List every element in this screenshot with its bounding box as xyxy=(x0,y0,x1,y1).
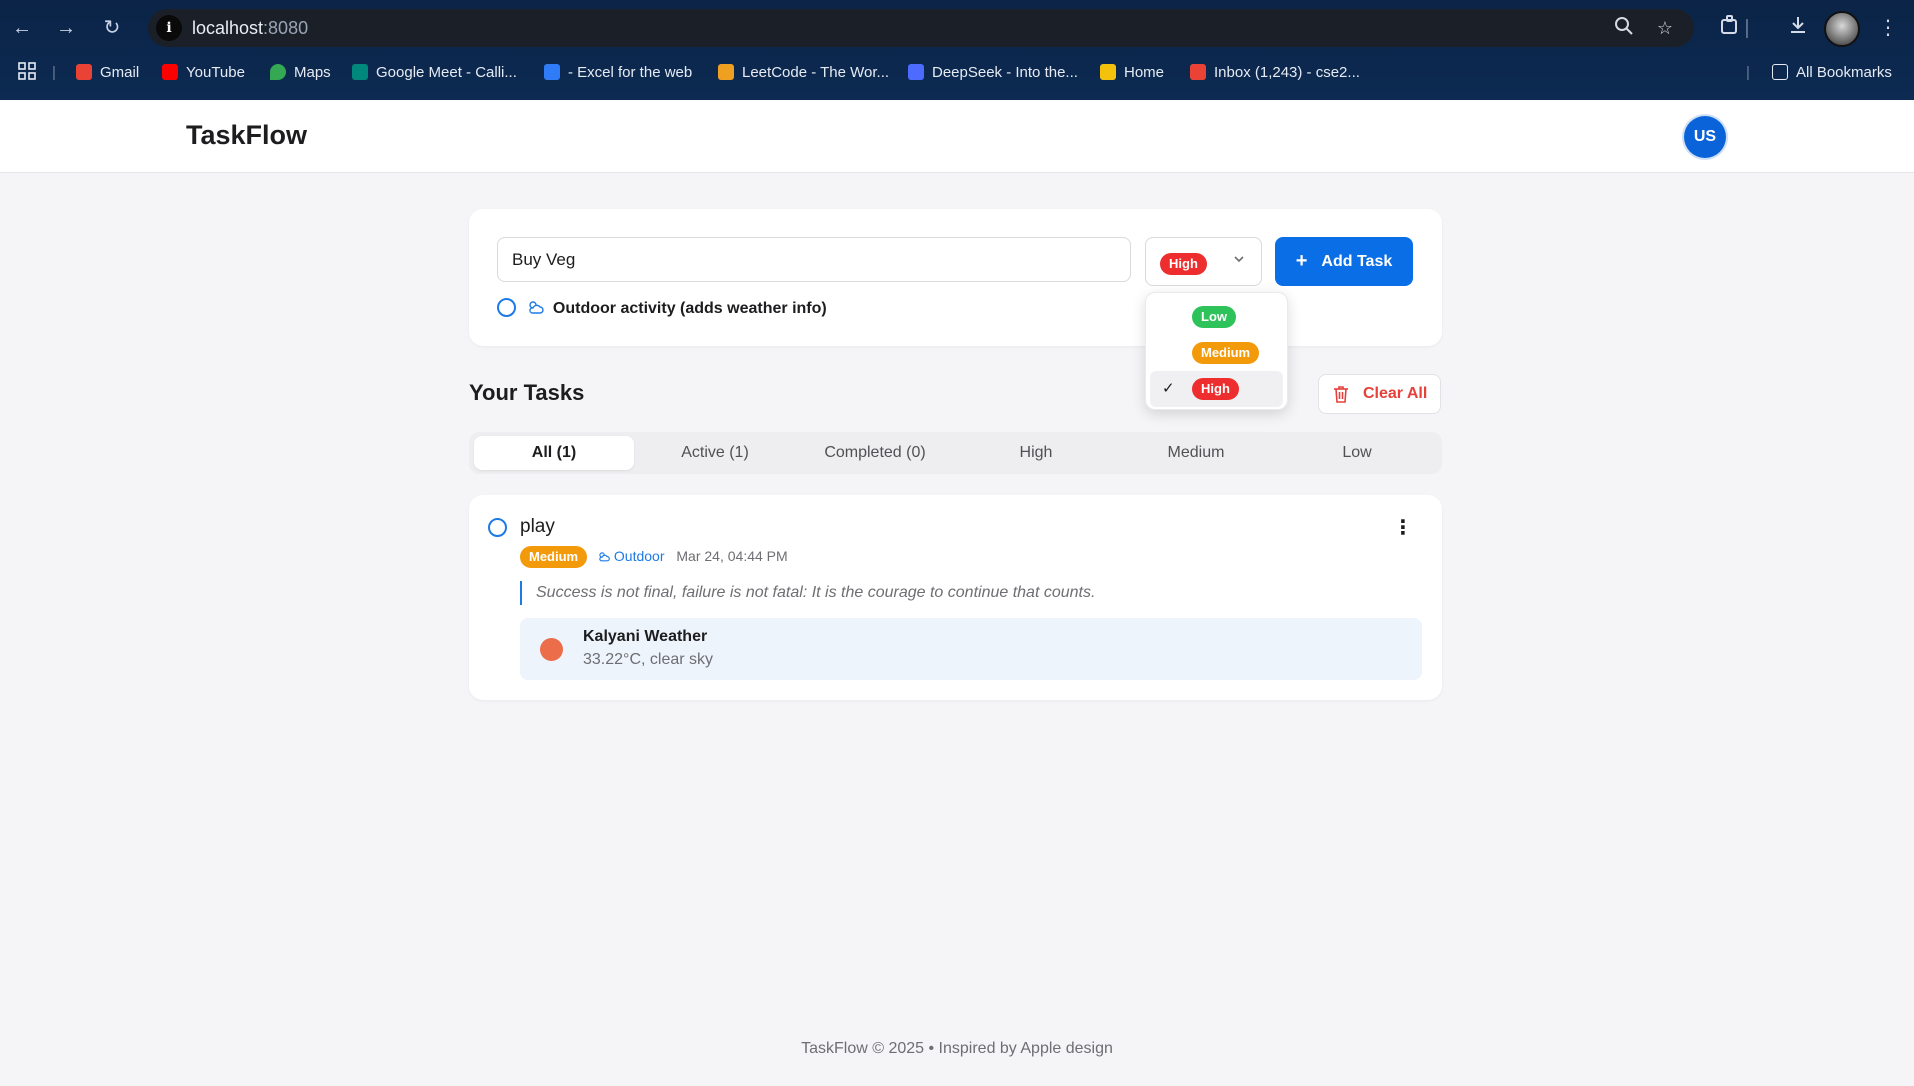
folder-icon xyxy=(1772,64,1788,80)
medium-badge: Medium xyxy=(1192,342,1260,364)
outdoor-toggle[interactable]: Outdoor activity (adds weather info) xyxy=(497,298,827,320)
task-input[interactable]: Buy Veg xyxy=(497,237,1131,282)
chevron-down-icon xyxy=(1231,252,1247,268)
priority-badge: Medium xyxy=(520,546,588,568)
site-info-icon[interactable]: i xyxy=(156,15,182,41)
task-complete-checkbox[interactable] xyxy=(488,518,507,537)
tab-all[interactable]: All (1) xyxy=(474,436,634,470)
bookmarks-divider: | xyxy=(1746,64,1750,81)
app-header: TaskFlow US xyxy=(0,100,1914,173)
tab-active[interactable]: Active (1) xyxy=(635,436,795,470)
bookmark-gmail[interactable]: Gmail xyxy=(76,62,139,84)
task-quote: Success is not final, failure is not fat… xyxy=(520,581,1095,605)
high-badge: High xyxy=(1192,378,1239,400)
bookmarks-divider: | xyxy=(52,64,56,81)
bookmark-excel[interactable]: - Excel for the web xyxy=(544,62,692,84)
cloud-sun-icon xyxy=(529,301,545,314)
plus-icon: + xyxy=(1295,250,1308,272)
apps-icon[interactable] xyxy=(18,62,36,84)
priority-option-low[interactable]: Low xyxy=(1150,299,1283,335)
task-meta: Medium Outdoor Mar 24, 04:44 PM xyxy=(520,545,788,568)
home-icon xyxy=(1100,64,1116,80)
zoom-icon[interactable] xyxy=(1612,16,1636,40)
bookmark-star-icon[interactable]: ☆ xyxy=(1653,16,1677,40)
check-icon: ✓ xyxy=(1162,380,1175,397)
back-icon[interactable]: ← xyxy=(8,14,36,42)
leetcode-icon xyxy=(718,64,734,80)
user-avatar[interactable]: US xyxy=(1684,116,1726,158)
extensions-icon[interactable] xyxy=(1716,14,1744,42)
add-task-button[interactable]: + Add Task xyxy=(1275,237,1413,286)
gmail-icon xyxy=(1190,64,1206,80)
bookmark-youtube[interactable]: YouTube xyxy=(162,62,245,84)
google-meet-icon xyxy=(352,64,368,80)
trash-icon xyxy=(1334,386,1348,403)
menu-icon[interactable]: ⋮ xyxy=(1874,14,1902,42)
bookmark-leetcode[interactable]: LeetCode - The Wor... xyxy=(718,62,889,84)
priority-dropdown: Low Medium ✓ High xyxy=(1145,292,1288,410)
task-date: Mar 24, 04:44 PM xyxy=(676,548,788,564)
reload-icon[interactable]: ↻ xyxy=(98,14,126,42)
clear-all-button[interactable]: Clear All xyxy=(1318,374,1441,414)
maps-icon xyxy=(270,64,286,80)
profile-avatar[interactable] xyxy=(1824,11,1860,47)
bookmark-maps[interactable]: Maps xyxy=(270,62,331,84)
youtube-icon xyxy=(162,64,178,80)
priority-option-medium[interactable]: Medium xyxy=(1150,335,1283,371)
bookmark-home[interactable]: Home xyxy=(1100,62,1164,84)
tasks-heading: Your Tasks xyxy=(469,380,585,405)
weather-description: 33.22°C, clear sky xyxy=(583,651,714,668)
sun-icon xyxy=(540,638,563,661)
tab-low[interactable]: Low xyxy=(1277,436,1437,470)
weather-info: Kalyani Weather 33.22°C, clear sky xyxy=(520,618,1422,680)
tab-medium[interactable]: Medium xyxy=(1116,436,1276,470)
priority-select[interactable]: High xyxy=(1145,237,1262,286)
all-bookmarks[interactable]: All Bookmarks xyxy=(1772,62,1892,84)
tab-completed[interactable]: Completed (0) xyxy=(795,436,955,470)
add-task-card: Buy Veg High + Add Task Outdoor activity … xyxy=(469,209,1442,346)
low-badge: Low xyxy=(1192,306,1236,328)
bookmark-inbox[interactable]: Inbox (1,243) - cse2... xyxy=(1190,62,1360,84)
deepseek-icon xyxy=(908,64,924,80)
bookmarks-bar: | Gmail YouTube Maps Google Meet - Calli… xyxy=(0,58,1914,88)
task-title[interactable]: play xyxy=(520,516,555,538)
outdoor-label: Outdoor activity (adds weather info) xyxy=(552,300,827,317)
footer: TaskFlow © 2025 • Inspired by Apple desi… xyxy=(801,1040,1113,1057)
bookmark-deepseek[interactable]: DeepSeek - Into the... xyxy=(908,62,1078,84)
selected-priority-badge: High xyxy=(1160,253,1207,275)
download-icon[interactable] xyxy=(1784,14,1812,42)
tab-high[interactable]: High xyxy=(956,436,1116,470)
weather-title: Kalyani Weather xyxy=(583,628,708,645)
task-card: play ⋮ Medium Outdoor Mar 24, 04:44 PM S… xyxy=(469,495,1442,700)
dropbox-icon xyxy=(544,64,560,80)
priority-option-high[interactable]: ✓ High xyxy=(1150,371,1283,407)
outdoor-radio[interactable] xyxy=(497,298,516,317)
divider: | xyxy=(1744,17,1750,39)
outdoor-tag: Outdoor xyxy=(597,548,668,564)
cloud-sun-icon xyxy=(599,552,610,562)
browser-chrome: ← → ↻ i localhost:8080 ☆ | ⋮ | Gmail You… xyxy=(0,0,1914,100)
gmail-icon xyxy=(76,64,92,80)
url-text[interactable]: localhost:8080 xyxy=(192,18,308,39)
forward-icon[interactable]: → xyxy=(52,14,80,42)
bookmark-google-meet[interactable]: Google Meet - Calli... xyxy=(352,62,517,84)
address-bar[interactable]: i localhost:8080 ☆ xyxy=(148,9,1694,47)
more-options-icon[interactable]: ⋮ xyxy=(1393,517,1413,539)
app-title: TaskFlow xyxy=(186,120,308,150)
filter-tabs: All (1) Active (1) Completed (0) High Me… xyxy=(469,432,1442,474)
